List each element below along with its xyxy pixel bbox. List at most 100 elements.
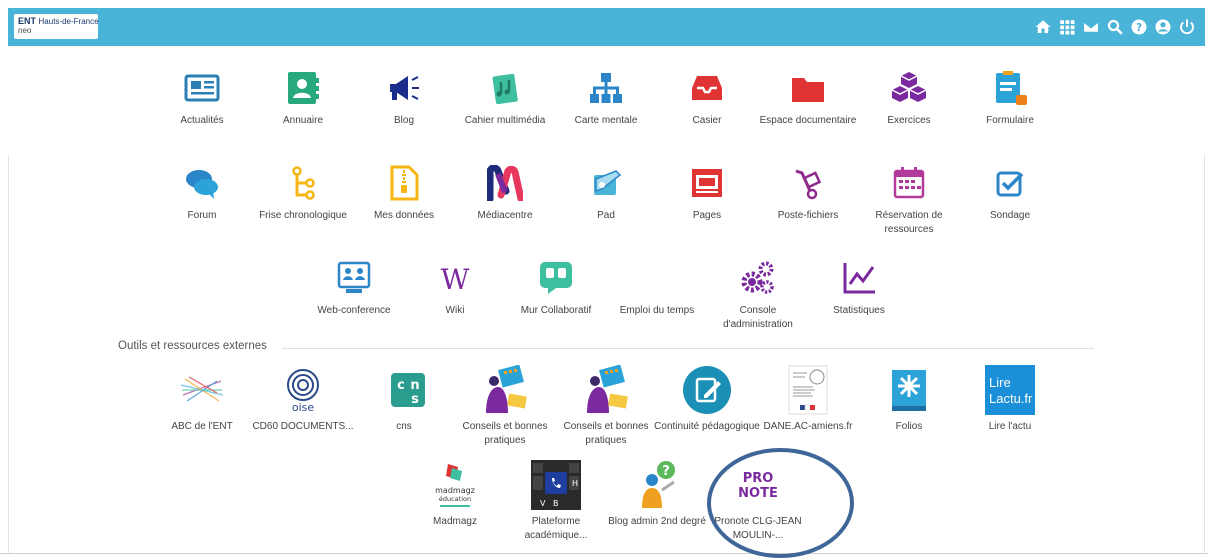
logo-text-region: Hauts-de-France [38,17,99,26]
svg-text:n: n [410,378,419,393]
ext-label: Plateforme académique... [524,516,588,541]
ext-label: Conseils et bonnes pratiques [462,421,548,446]
ext-label: ABC de l'ENT [171,421,233,432]
mediacentre-logo-icon [487,165,523,201]
pages-icon [689,165,725,201]
help-icon[interactable]: ? [1127,15,1151,39]
app-label: Web-conference [317,305,391,316]
question-person-icon: ? [632,460,682,510]
gears-icon [740,260,776,296]
account-icon[interactable] [1151,15,1175,39]
home-icon[interactable] [1031,15,1055,39]
app-label: Forum [187,210,217,221]
app-label: Annuaire [282,115,324,126]
app-label: Console d'administration [723,305,793,330]
svg-text:madmagz: madmagz [435,486,475,495]
app-label: Poste-fichiers [777,210,839,221]
web-conference-icon [336,260,372,296]
cns-logo-icon: cns [379,365,429,415]
ext-label: Folios [895,421,923,432]
line-chart-icon [841,260,877,296]
app-label: Pages [692,210,722,221]
wiki-icon: W [437,260,473,296]
bottom-border [0,553,1208,554]
right-edge-line [1204,155,1205,553]
ext-label: Lire l'actu [988,421,1032,432]
app-label: Formulaire [986,115,1034,126]
app-label: Casier [692,115,722,126]
app-label: Frise chronologique [259,210,347,221]
svg-text:B: B [553,499,559,508]
ext-label: Blog admin 2nd degré [608,516,706,527]
app-label: Médiacentre [477,210,533,221]
app-label: Wiki [445,305,465,316]
app-label: Exercices [887,115,931,126]
folios-logo-icon [884,365,934,415]
app-label: Statistiques [833,305,885,316]
madmagz-logo-icon: madmagz éducation [430,460,480,510]
ext-label: Continuité pédagogique [654,421,760,432]
svg-text:Lactu.fr: Lactu.fr [989,391,1033,406]
dane-document-icon [783,365,833,415]
timeline-icon [285,165,321,201]
ext-label: Madmagz [433,516,477,527]
edit-circle-icon [682,365,732,415]
svg-text:Lire: Lire [989,375,1011,390]
ext-label: CD60 DOCUMENTS... [252,421,354,432]
search-icon[interactable] [1103,15,1127,39]
notebook-music-icon [487,70,523,106]
app-label: Sondage [989,210,1031,221]
keyboard-key-icon: VB H [531,460,581,510]
ext-label: cns [396,421,412,432]
svg-text:c: c [397,378,405,393]
inbox-tray-icon [689,70,725,106]
top-icons: ? [1031,15,1199,39]
advice-illustration-icon [581,365,631,415]
svg-text:H: H [572,479,578,488]
folder-icon [790,70,826,106]
logo-text-neo: neo [18,26,32,35]
svg-text:éducation: éducation [439,495,471,503]
app-label: Réservation de ressources [875,210,943,235]
lire-lactu-logo-icon: Lire Lactu.fr [985,365,1035,415]
sitemap-icon [588,70,624,106]
app-label: Actualités [180,115,224,126]
app-label: Carte mentale [574,115,638,126]
cubes-icon [891,70,927,106]
collaborative-wall-icon [538,260,574,296]
app-label: Espace documentaire [759,115,857,126]
power-icon[interactable] [1175,15,1199,39]
highlight-ellipse [707,448,854,558]
address-book-icon [285,70,321,106]
left-edge-line [8,155,9,553]
chat-bubbles-icon [184,165,220,201]
apps-grid-icon[interactable] [1055,15,1079,39]
app-label: Mur Collaboratif [520,305,592,316]
form-icon [992,70,1028,106]
checkbox-icon [992,165,1028,201]
logo-text-bold: ENT [18,16,36,26]
ext-label: DANE.AC-amiens.fr [763,421,853,432]
hand-truck-icon [790,165,826,201]
app-label: Cahier multimédia [464,115,546,126]
newspaper-icon [184,70,220,106]
svg-text:?: ? [662,464,670,479]
mail-icon[interactable] [1079,15,1103,39]
svg-text:?: ? [1136,22,1142,34]
ent-logo[interactable]: ENT Hauts-de-France neo [14,14,99,39]
svg-text:W: W [441,263,470,296]
app-label: Mes données [373,210,435,221]
megaphone-icon [386,70,422,106]
timetable-icon [639,260,675,296]
svg-text:s: s [411,392,419,407]
zip-file-icon [386,165,422,201]
advice-illustration-icon [480,365,530,415]
ext-label: Conseils et bonnes pratiques [563,421,649,446]
pad-icon [588,165,624,201]
top-bar: ENT Hauts-de-France neo ? [8,8,1205,46]
svg-text:oise: oise [292,401,315,414]
calendar-icon [891,165,927,201]
oise-logo-icon: oise [278,365,328,415]
svg-text:V: V [540,499,546,508]
app-label: Pad [597,210,615,221]
